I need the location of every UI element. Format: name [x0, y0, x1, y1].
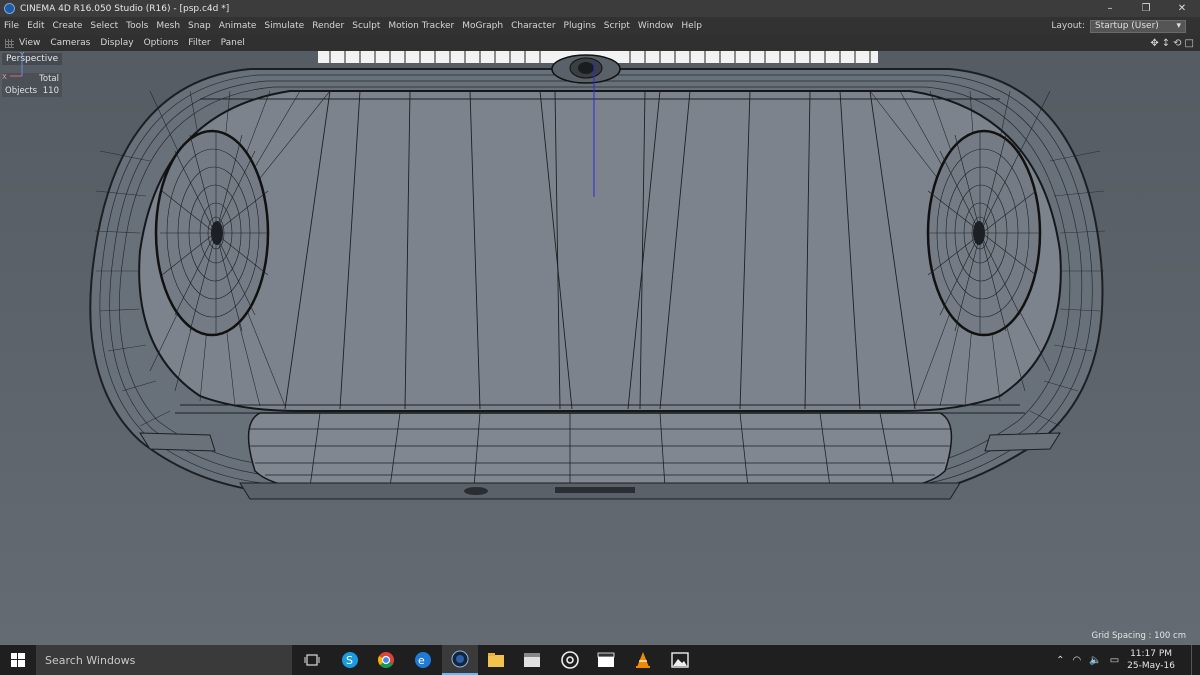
menu-snap[interactable]: Snap — [184, 21, 215, 31]
vlc-app-button[interactable] — [625, 645, 661, 675]
vlc-cone-icon — [636, 652, 650, 668]
viewport-menu-filter[interactable]: Filter — [183, 38, 215, 48]
folder-icon — [488, 653, 504, 667]
viewport-menu-panel[interactable]: Panel — [216, 38, 250, 48]
rotate-view-icon[interactable]: ⟲ — [1173, 38, 1181, 49]
menu-help[interactable]: Help — [677, 21, 706, 31]
file-explorer-button[interactable] — [478, 645, 514, 675]
toggle-view-icon[interactable]: □ — [1185, 38, 1194, 49]
viewport-nav-icons: ✥ ↕ ⟲ □ — [1150, 35, 1194, 51]
minimize-button[interactable]: – — [1092, 0, 1128, 17]
menu-window[interactable]: Window — [634, 21, 678, 31]
media-app-button[interactable] — [514, 645, 550, 675]
menu-motion-tracker[interactable]: Motion Tracker — [384, 21, 458, 31]
task-view-icon — [304, 654, 320, 666]
move-view-icon[interactable]: ✥ — [1150, 38, 1158, 49]
search-placeholder: Search Windows — [45, 653, 136, 667]
menu-file[interactable]: File — [0, 21, 23, 31]
start-button[interactable] — [0, 645, 36, 675]
show-desktop-button[interactable] — [1191, 645, 1200, 675]
viewport-3d[interactable]: Perspective Total Objects 110 Y X Grid Sp… — [0, 51, 1200, 645]
menu-select[interactable]: Select — [86, 21, 122, 31]
grid-spacing-label: Grid Spacing : 100 cm — [1091, 631, 1186, 641]
notification-center-icon[interactable]: ▭ — [1110, 655, 1119, 666]
menu-mograph[interactable]: MoGraph — [458, 21, 507, 31]
viewport-menu-options[interactable]: Options — [139, 38, 184, 48]
cinema4d-icon — [451, 650, 469, 668]
viewport-menu-display[interactable]: Display — [95, 38, 138, 48]
viewport-menu-cameras[interactable]: Cameras — [45, 38, 95, 48]
photos-app-button[interactable] — [662, 645, 698, 675]
chevron-up-icon[interactable]: ⌃ — [1056, 655, 1064, 666]
film-clapper-icon — [597, 652, 615, 667]
hud-objects-value: 110 — [42, 86, 59, 96]
title-bar: CINEMA 4D R16.050 Studio (R16) - [psp.c4… — [0, 0, 1200, 17]
windows-taskbar: Search Windows S e ⌃ ◠ 🔈 ▭ 11:17 PM 25-M… — [0, 645, 1200, 675]
edge-app-button[interactable]: e — [405, 645, 441, 675]
system-tray: ⌃ ◠ 🔈 ▭ 11:17 PM 25-May-16 — [1056, 645, 1200, 675]
maximize-button[interactable]: ❐ — [1128, 0, 1164, 17]
skype-icon: S — [342, 652, 358, 668]
edge-icon: e — [415, 652, 431, 668]
axis-y-label: Y — [19, 51, 25, 59]
photo-icon — [671, 652, 689, 668]
wifi-icon[interactable]: ◠ — [1073, 655, 1082, 666]
cinema4d-taskbar-button[interactable] — [442, 645, 478, 675]
layout-selector: Layout: Startup (User) ▾ — [1051, 17, 1186, 35]
clock-time: 11:17 PM — [1130, 649, 1173, 659]
menu-sculpt[interactable]: Sculpt — [348, 21, 384, 31]
svg-text:S: S — [346, 654, 353, 667]
clapper-icon — [524, 653, 540, 667]
system-clock[interactable]: 11:17 PM 25-May-16 — [1127, 648, 1175, 672]
menu-render[interactable]: Render — [308, 21, 348, 31]
menu-create[interactable]: Create — [49, 21, 87, 31]
menu-simulate[interactable]: Simulate — [260, 21, 308, 31]
clock-date: 25-May-16 — [1127, 661, 1175, 671]
chrome-icon — [378, 652, 394, 668]
grip-icon[interactable] — [5, 38, 14, 48]
axis-x-label: X — [2, 73, 7, 81]
task-view-button[interactable] — [294, 645, 330, 675]
main-menu-bar: File Edit Create Select Tools Mesh Snap … — [0, 17, 1200, 35]
hud-header: Total — [39, 74, 59, 84]
viewport-menu-view[interactable]: View — [14, 38, 45, 48]
taskbar-search-box[interactable]: Search Windows — [36, 645, 292, 675]
svg-text:e: e — [418, 654, 425, 667]
menu-mesh[interactable]: Mesh — [152, 21, 184, 31]
layout-value: Startup (User) — [1095, 21, 1159, 31]
menu-plugins[interactable]: Plugins — [560, 21, 600, 31]
disc-icon — [561, 651, 579, 669]
layout-label: Layout: — [1051, 21, 1085, 31]
skype-app-button[interactable]: S — [332, 645, 368, 675]
axis-gizmo: Y X — [2, 51, 25, 81]
disc-app-button[interactable] — [552, 645, 588, 675]
close-button[interactable]: ✕ — [1164, 0, 1200, 17]
window-title: CINEMA 4D R16.050 Studio (R16) - [psp.c4… — [20, 3, 230, 14]
volume-icon[interactable]: 🔈 — [1089, 655, 1101, 666]
menu-character[interactable]: Character — [507, 21, 559, 31]
wireframe-model — [0, 51, 1200, 645]
menu-edit[interactable]: Edit — [23, 21, 48, 31]
hud-objects-label: Objects — [5, 86, 38, 96]
viewport-toolbar: View Cameras Display Options Filter Pane… — [0, 35, 1200, 51]
menu-script[interactable]: Script — [600, 21, 634, 31]
chrome-app-button[interactable] — [368, 645, 404, 675]
menu-tools[interactable]: Tools — [122, 21, 152, 31]
video-editor-button[interactable] — [588, 645, 624, 675]
layout-dropdown[interactable]: Startup (User) ▾ — [1090, 19, 1186, 33]
chevron-down-icon: ▾ — [1176, 21, 1181, 31]
windows-logo-icon — [11, 653, 25, 667]
window-controls: – ❐ ✕ — [1092, 0, 1200, 17]
cinema4d-app-icon — [4, 3, 15, 14]
zoom-view-icon[interactable]: ↕ — [1162, 38, 1170, 49]
menu-animate[interactable]: Animate — [215, 21, 261, 31]
